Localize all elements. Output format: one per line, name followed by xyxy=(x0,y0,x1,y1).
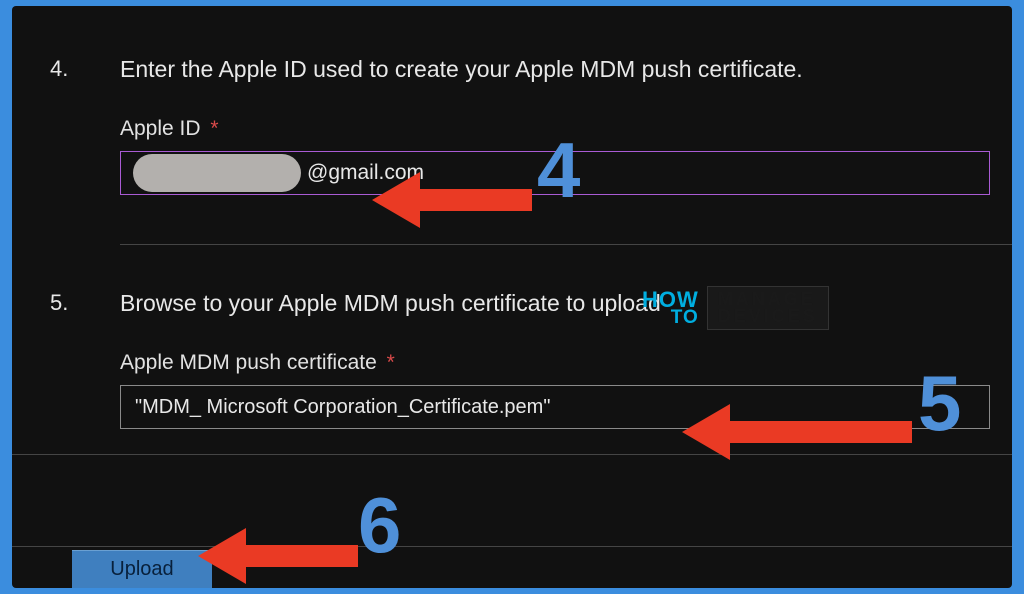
step-5: 5. Browse to your Apple MDM push certifi… xyxy=(50,288,990,429)
annotation-6: 6 xyxy=(358,486,403,564)
step-5-text: Browse to your Apple MDM push certificat… xyxy=(120,288,990,319)
step-4-body: Enter the Apple ID used to create your A… xyxy=(120,54,990,195)
main-panel: 4. Enter the Apple ID used to create you… xyxy=(12,6,1012,588)
cert-file-value: "MDM_ Microsoft Corporation_Certificate.… xyxy=(135,396,550,419)
step-4: 4. Enter the Apple ID used to create you… xyxy=(50,54,990,195)
apple-id-input[interactable]: @gmail.com xyxy=(120,151,990,195)
step-5-number: 5. xyxy=(50,288,120,316)
divider-2 xyxy=(12,454,1012,455)
required-asterisk-2: * xyxy=(387,351,395,374)
cert-label: Apple MDM push certificate * xyxy=(120,351,990,375)
divider-3 xyxy=(12,546,1012,547)
apple-id-label-text: Apple ID xyxy=(120,117,201,140)
cert-file-input[interactable]: "MDM_ Microsoft Corporation_Certificate.… xyxy=(120,385,990,429)
redacted-region xyxy=(133,154,301,192)
apple-id-visible-suffix: @gmail.com xyxy=(307,161,424,185)
arrow-6 xyxy=(198,528,358,584)
step-4-number: 4. xyxy=(50,54,120,82)
required-asterisk: * xyxy=(210,117,218,140)
apple-id-label: Apple ID * xyxy=(120,117,990,141)
divider-1 xyxy=(120,244,1012,245)
upload-button-label: Upload xyxy=(110,558,173,581)
upload-button[interactable]: Upload xyxy=(72,550,212,588)
step-5-body: Browse to your Apple MDM push certificat… xyxy=(120,288,990,429)
cert-label-text: Apple MDM push certificate xyxy=(120,351,377,374)
step-4-text: Enter the Apple ID used to create your A… xyxy=(120,54,990,85)
